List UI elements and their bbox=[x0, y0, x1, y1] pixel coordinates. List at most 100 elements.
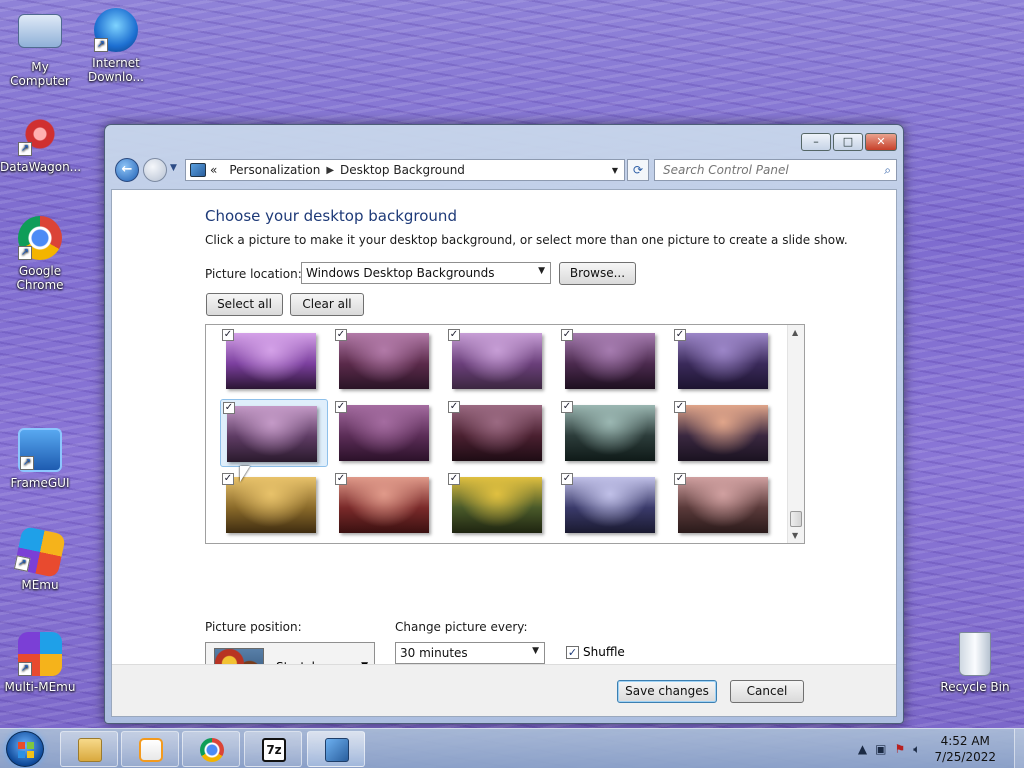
control-panel-window: – □ ✕ ← ▼ « Personalization ▶ Desktop Ba… bbox=[104, 124, 904, 724]
thumbnail-checkbox[interactable]: ✓ bbox=[674, 473, 686, 485]
scrollbar-thumb[interactable] bbox=[790, 511, 802, 527]
taskbar-media-player-button[interactable] bbox=[121, 731, 179, 767]
thumbnail-checkbox[interactable]: ✓ bbox=[674, 329, 686, 341]
desktop-icon-label: DataWagon... bbox=[0, 160, 82, 174]
wallpaper-thumbnail[interactable]: ✓ bbox=[446, 327, 554, 395]
thumbnail-checkbox[interactable]: ✓ bbox=[335, 401, 347, 413]
breadcrumb-separator-icon[interactable]: ▶ bbox=[326, 165, 334, 176]
address-overflow-chevron[interactable]: « bbox=[210, 163, 217, 177]
window-controls: – □ ✕ bbox=[801, 133, 897, 151]
wallpaper-image bbox=[227, 406, 317, 462]
clear-all-button[interactable]: Clear all bbox=[290, 293, 364, 316]
wallpaper-thumbnail[interactable]: ✓ bbox=[333, 327, 441, 395]
desktop-icon-datawagon[interactable]: ↗ DataWagon... bbox=[0, 112, 82, 174]
wallpaper-image bbox=[339, 405, 429, 461]
shortcut-arrow-icon: ↗ bbox=[94, 38, 108, 52]
taskbar-explorer-button[interactable] bbox=[60, 731, 118, 767]
wallpaper-thumbnail[interactable]: ✓ bbox=[220, 327, 328, 395]
thumbnail-checkbox[interactable]: ✓ bbox=[448, 401, 460, 413]
wallpaper-thumbnail[interactable]: ✓ bbox=[333, 471, 441, 539]
wallpaper-thumbnail[interactable]: ✓ bbox=[220, 471, 328, 539]
start-button[interactable] bbox=[6, 731, 44, 767]
change-interval-select[interactable]: 30 minutes ▼ bbox=[395, 642, 545, 664]
desktop-icon-memu[interactable]: ↗ MEmu bbox=[0, 525, 80, 592]
wallpaper-image bbox=[678, 477, 768, 533]
show-desktop-button[interactable] bbox=[1014, 729, 1024, 768]
minimize-button[interactable]: – bbox=[801, 133, 831, 151]
desktop-icon-label: FrameGUI bbox=[10, 476, 70, 490]
thumbnail-checkbox[interactable]: ✓ bbox=[335, 329, 347, 341]
wallpaper-thumbnail[interactable]: ✓ bbox=[559, 327, 667, 395]
clock-date: 7/25/2022 bbox=[934, 750, 996, 764]
shortcut-arrow-icon: ↗ bbox=[18, 246, 32, 260]
desktop-icon-label: Multi-MEmu bbox=[4, 680, 76, 694]
desktop-icon-internet-download[interactable]: ↗ Internet Downlo... bbox=[76, 8, 156, 84]
thumbnail-checkbox[interactable]: ✓ bbox=[335, 473, 347, 485]
select-all-button[interactable]: Select all bbox=[206, 293, 283, 316]
wallpaper-thumbnail[interactable]: ✓ bbox=[446, 399, 554, 467]
recent-pages-dropdown[interactable]: ▼ bbox=[170, 163, 177, 173]
save-changes-button[interactable]: Save changes bbox=[617, 680, 717, 703]
thumbnail-checkbox[interactable]: ✓ bbox=[448, 329, 460, 341]
desktop-icon-google-chrome[interactable]: ↗ Google Chrome bbox=[0, 216, 80, 292]
show-hidden-icons-icon[interactable]: ▲ bbox=[858, 742, 867, 756]
media-player-icon bbox=[139, 738, 163, 762]
wallpaper-thumbnail[interactable]: ✓ bbox=[559, 471, 667, 539]
picture-grid[interactable]: ✓ ✓ ✓ ✓ ✓ ✓ ✓ ✓ ✓ ✓ ✓ ✓ ✓ ✓ ✓ ▲ ▼ bbox=[205, 324, 805, 544]
clock[interactable]: 4:52 AM 7/25/2022 bbox=[934, 733, 996, 765]
memu-icon: ↗ bbox=[13, 525, 67, 579]
thumbnail-checkbox[interactable]: ✓ bbox=[674, 401, 686, 413]
clock-time: 4:52 AM bbox=[940, 734, 990, 748]
network-icon[interactable]: ▣ bbox=[875, 742, 886, 756]
shuffle-option[interactable]: ✓ Shuffle bbox=[566, 645, 625, 659]
scroll-up-icon[interactable]: ▲ bbox=[792, 328, 798, 337]
wallpaper-image bbox=[678, 333, 768, 389]
desktop-icon-framegui[interactable]: ↗ FrameGUI bbox=[0, 428, 80, 490]
thumbnail-checkbox[interactable]: ✓ bbox=[223, 402, 235, 414]
vertical-scrollbar[interactable]: ▲ ▼ bbox=[787, 325, 804, 543]
wallpaper-thumbnail[interactable]: ✓ bbox=[672, 471, 780, 539]
thumbnail-checkbox[interactable]: ✓ bbox=[561, 329, 573, 341]
search-box[interactable]: ⌕ bbox=[654, 159, 897, 181]
desktop-icon-my-computer[interactable]: My Computer bbox=[0, 10, 80, 88]
desktop-icon-recycle-bin[interactable]: Recycle Bin bbox=[935, 632, 1015, 694]
breadcrumb-desktop-background[interactable]: Desktop Background bbox=[340, 163, 465, 177]
maximize-button[interactable]: □ bbox=[833, 133, 863, 151]
back-button[interactable]: ← bbox=[115, 158, 139, 182]
address-dropdown-icon[interactable]: ▼ bbox=[612, 166, 618, 175]
navigation-bar: ← ▼ « Personalization ▶ Desktop Backgrou… bbox=[113, 157, 897, 183]
thumbnail-checkbox[interactable]: ✓ bbox=[448, 473, 460, 485]
browse-button[interactable]: Browse... bbox=[559, 262, 636, 285]
wallpaper-thumbnail[interactable]: ✓ bbox=[220, 399, 328, 467]
wallpaper-thumbnail[interactable]: ✓ bbox=[672, 327, 780, 395]
thumbnail-checkbox[interactable]: ✓ bbox=[222, 329, 234, 341]
search-icon[interactable]: ⌕ bbox=[884, 163, 891, 178]
address-bar[interactable]: « Personalization ▶ Desktop Background ▼ bbox=[185, 159, 625, 181]
scroll-down-icon[interactable]: ▼ bbox=[792, 531, 798, 540]
wallpaper-thumbnail[interactable]: ✓ bbox=[333, 399, 441, 467]
picture-location-select[interactable]: Windows Desktop Backgrounds ▼ bbox=[301, 262, 551, 284]
cancel-button[interactable]: Cancel bbox=[730, 680, 804, 703]
taskbar-7zip-button[interactable]: 7z bbox=[244, 731, 302, 767]
thumbnail-checkbox[interactable]: ✓ bbox=[561, 401, 573, 413]
refresh-button[interactable]: ⟳ bbox=[627, 159, 649, 181]
thumbnail-checkbox[interactable]: ✓ bbox=[561, 473, 573, 485]
breadcrumb-personalization[interactable]: Personalization bbox=[229, 163, 320, 177]
shuffle-checkbox[interactable]: ✓ bbox=[566, 645, 579, 659]
control-panel-icon bbox=[190, 163, 206, 177]
taskbar-chrome-button[interactable] bbox=[182, 731, 240, 767]
wallpaper-thumbnail[interactable]: ✓ bbox=[672, 399, 780, 467]
close-button[interactable]: ✕ bbox=[865, 133, 897, 151]
thumbnail-checkbox[interactable]: ✓ bbox=[222, 473, 234, 485]
desktop-icon-multi-memu[interactable]: ↗ Multi-MEmu bbox=[0, 632, 80, 694]
volume-icon[interactable]: 🔈︎ bbox=[913, 742, 920, 757]
wallpaper-image bbox=[339, 333, 429, 389]
taskbar-control-panel-button[interactable] bbox=[307, 731, 365, 767]
wallpaper-thumbnail[interactable]: ✓ bbox=[559, 399, 667, 467]
forward-button[interactable] bbox=[143, 158, 167, 182]
action-center-flag-icon[interactable]: ⚑ bbox=[895, 742, 906, 756]
wallpaper-thumbnail[interactable]: ✓ bbox=[446, 471, 554, 539]
search-input[interactable] bbox=[663, 163, 863, 177]
page-title: Choose your desktop background bbox=[205, 207, 457, 225]
picture-position-label: Picture position: bbox=[205, 620, 302, 634]
